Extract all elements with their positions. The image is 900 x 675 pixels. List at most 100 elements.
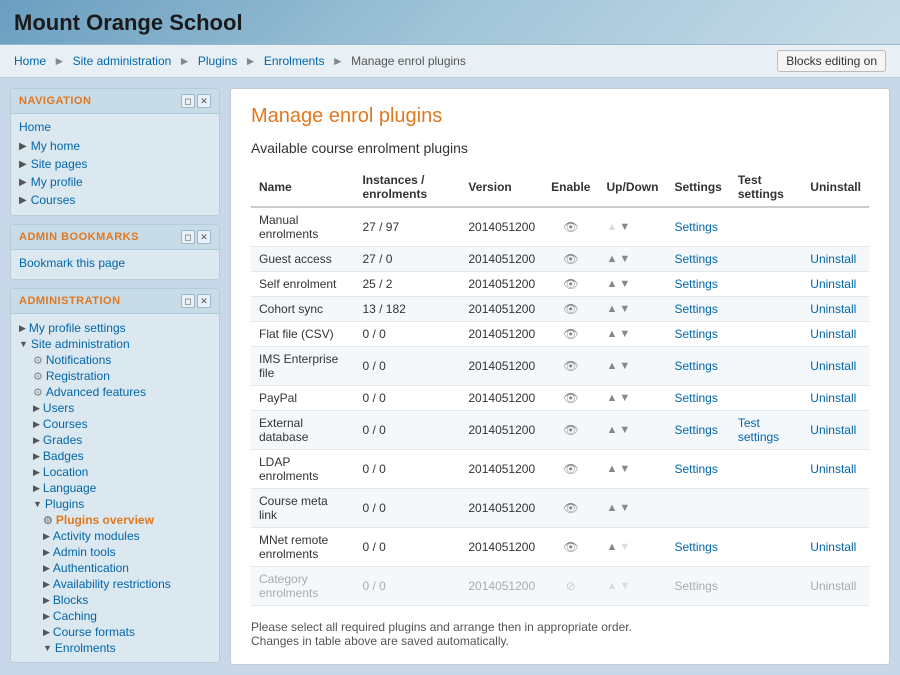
down-arrow-6[interactable]: ▼ bbox=[619, 392, 630, 404]
sidebar-item-location[interactable]: ▶ Location bbox=[19, 464, 211, 480]
sidebar-item-courses[interactable]: ▶ Courses bbox=[19, 191, 211, 209]
bookmarks-icon-1[interactable]: ◻ bbox=[181, 230, 195, 244]
sidebar-item-admin-tools[interactable]: ▶ Admin tools bbox=[19, 544, 211, 560]
settings-link-11[interactable]: Settings bbox=[674, 579, 717, 593]
plugin-enable-5[interactable]: 👁 bbox=[543, 347, 598, 386]
plugin-settings-5[interactable]: Settings bbox=[666, 347, 729, 386]
settings-link-8[interactable]: Settings bbox=[674, 462, 717, 476]
up-arrow-5[interactable]: ▲ bbox=[606, 360, 617, 372]
breadcrumb-site-admin[interactable]: Site administration bbox=[73, 54, 172, 68]
uninstall-link-11[interactable]: Uninstall bbox=[810, 579, 856, 593]
down-arrow-1[interactable]: ▼ bbox=[619, 253, 630, 265]
plugin-test-settings-7[interactable]: Test settings bbox=[730, 411, 802, 450]
settings-link-3[interactable]: Settings bbox=[674, 302, 717, 316]
plugin-enable-8[interactable]: 👁 bbox=[543, 450, 598, 489]
down-arrow-5[interactable]: ▼ bbox=[619, 360, 630, 372]
sidebar-item-plugins[interactable]: ▼ Plugins bbox=[19, 496, 211, 512]
plugin-enable-6[interactable]: 👁 bbox=[543, 386, 598, 411]
down-arrow-7[interactable]: ▼ bbox=[619, 424, 630, 436]
plugin-settings-4[interactable]: Settings bbox=[666, 322, 729, 347]
uninstall-link-8[interactable]: Uninstall bbox=[810, 462, 856, 476]
eye-enabled-icon[interactable]: 👁 bbox=[563, 423, 578, 437]
down-arrow-9[interactable]: ▼ bbox=[619, 502, 630, 514]
up-arrow-7[interactable]: ▲ bbox=[606, 424, 617, 436]
settings-link-4[interactable]: Settings bbox=[674, 327, 717, 341]
eye-enabled-icon[interactable]: 👁 bbox=[563, 501, 578, 515]
plugin-uninstall-2[interactable]: Uninstall bbox=[802, 272, 869, 297]
plugin-enable-2[interactable]: 👁 bbox=[543, 272, 598, 297]
settings-link-10[interactable]: Settings bbox=[674, 540, 717, 554]
settings-link-0[interactable]: Settings bbox=[674, 220, 717, 234]
sidebar-item-users[interactable]: ▶ Users bbox=[19, 400, 211, 416]
blocks-editing-button[interactable]: Blocks editing on bbox=[777, 50, 886, 72]
sidebar-item-authentication[interactable]: ▶ Authentication bbox=[19, 560, 211, 576]
plugin-enable-4[interactable]: 👁 bbox=[543, 322, 598, 347]
up-arrow-10[interactable]: ▲ bbox=[606, 541, 617, 553]
plugin-settings-8[interactable]: Settings bbox=[666, 450, 729, 489]
sidebar-item-courses[interactable]: ▶ Courses bbox=[19, 416, 211, 432]
breadcrumb-plugins[interactable]: Plugins bbox=[198, 54, 237, 68]
settings-link-6[interactable]: Settings bbox=[674, 391, 717, 405]
admin-icon-1[interactable]: ◻ bbox=[181, 294, 195, 308]
sidebar-item-availability[interactable]: ▶ Availability restrictions bbox=[19, 576, 211, 592]
eye-enabled-icon[interactable]: 👁 bbox=[563, 277, 578, 291]
sidebar-item-language[interactable]: ▶ Language bbox=[19, 480, 211, 496]
nav-block-icon-2[interactable]: ✕ bbox=[197, 94, 211, 108]
sidebar-item-course-formats[interactable]: ▶ Course formats bbox=[19, 624, 211, 640]
eye-enabled-icon[interactable]: 👁 bbox=[563, 252, 578, 266]
eye-enabled-icon[interactable]: 👁 bbox=[563, 302, 578, 316]
sidebar-item-badges[interactable]: ▶ Badges bbox=[19, 448, 211, 464]
sidebar-item-activity-modules[interactable]: ▶ Activity modules bbox=[19, 528, 211, 544]
plugin-enable-3[interactable]: 👁 bbox=[543, 297, 598, 322]
bookmarks-icon-2[interactable]: ✕ bbox=[197, 230, 211, 244]
nav-block-icon-1[interactable]: ◻ bbox=[181, 94, 195, 108]
sidebar-item-enrolments[interactable]: ▼ Enrolments bbox=[19, 640, 211, 656]
plugin-uninstall-5[interactable]: Uninstall bbox=[802, 347, 869, 386]
plugin-enable-0[interactable]: 👁 bbox=[543, 207, 598, 247]
uninstall-link-10[interactable]: Uninstall bbox=[810, 540, 856, 554]
plugin-uninstall-6[interactable]: Uninstall bbox=[802, 386, 869, 411]
sidebar-item-site-admin[interactable]: ▼ Site administration bbox=[19, 336, 211, 352]
plugin-settings-11[interactable]: Settings bbox=[666, 567, 729, 606]
plugin-settings-10[interactable]: Settings bbox=[666, 528, 729, 567]
down-arrow-3[interactable]: ▼ bbox=[619, 303, 630, 315]
uninstall-link-3[interactable]: Uninstall bbox=[810, 302, 856, 316]
plugin-settings-7[interactable]: Settings bbox=[666, 411, 729, 450]
settings-link-1[interactable]: Settings bbox=[674, 252, 717, 266]
uninstall-link-1[interactable]: Uninstall bbox=[810, 252, 856, 266]
plugin-enable-7[interactable]: 👁 bbox=[543, 411, 598, 450]
down-arrow-0[interactable]: ▼ bbox=[619, 221, 630, 233]
plugin-uninstall-1[interactable]: Uninstall bbox=[802, 247, 869, 272]
eye-enabled-icon[interactable]: 👁 bbox=[563, 462, 578, 476]
plugin-settings-6[interactable]: Settings bbox=[666, 386, 729, 411]
down-arrow-2[interactable]: ▼ bbox=[619, 278, 630, 290]
uninstall-link-4[interactable]: Uninstall bbox=[810, 327, 856, 341]
up-arrow-8[interactable]: ▲ bbox=[606, 463, 617, 475]
sidebar-item-notifications[interactable]: ⚙ Notifications bbox=[19, 352, 211, 368]
plugin-settings-2[interactable]: Settings bbox=[666, 272, 729, 297]
eye-enabled-icon[interactable]: 👁 bbox=[563, 540, 578, 554]
plugin-uninstall-10[interactable]: Uninstall bbox=[802, 528, 869, 567]
plugin-uninstall-4[interactable]: Uninstall bbox=[802, 322, 869, 347]
uninstall-link-2[interactable]: Uninstall bbox=[810, 277, 856, 291]
up-arrow-1[interactable]: ▲ bbox=[606, 253, 617, 265]
plugin-settings-0[interactable]: Settings bbox=[666, 207, 729, 247]
test-settings-link-7[interactable]: Test settings bbox=[738, 416, 779, 444]
plugin-uninstall-3[interactable]: Uninstall bbox=[802, 297, 869, 322]
plugin-settings-1[interactable]: Settings bbox=[666, 247, 729, 272]
up-arrow-2[interactable]: ▲ bbox=[606, 278, 617, 290]
plugin-uninstall-8[interactable]: Uninstall bbox=[802, 450, 869, 489]
sidebar-item-grades[interactable]: ▶ Grades bbox=[19, 432, 211, 448]
eye-enabled-icon[interactable]: 👁 bbox=[563, 220, 578, 234]
sidebar-item-caching[interactable]: ▶ Caching bbox=[19, 608, 211, 624]
down-arrow-8[interactable]: ▼ bbox=[619, 463, 630, 475]
up-arrow-3[interactable]: ▲ bbox=[606, 303, 617, 315]
nav-home-link[interactable]: Home bbox=[19, 120, 211, 137]
plugin-enable-1[interactable]: 👁 bbox=[543, 247, 598, 272]
uninstall-link-6[interactable]: Uninstall bbox=[810, 391, 856, 405]
eye-enabled-icon[interactable]: 👁 bbox=[563, 391, 578, 405]
breadcrumb-home[interactable]: Home bbox=[14, 54, 46, 68]
plugin-uninstall-11[interactable]: Uninstall bbox=[802, 567, 869, 606]
uninstall-link-5[interactable]: Uninstall bbox=[810, 359, 856, 373]
plugin-settings-3[interactable]: Settings bbox=[666, 297, 729, 322]
